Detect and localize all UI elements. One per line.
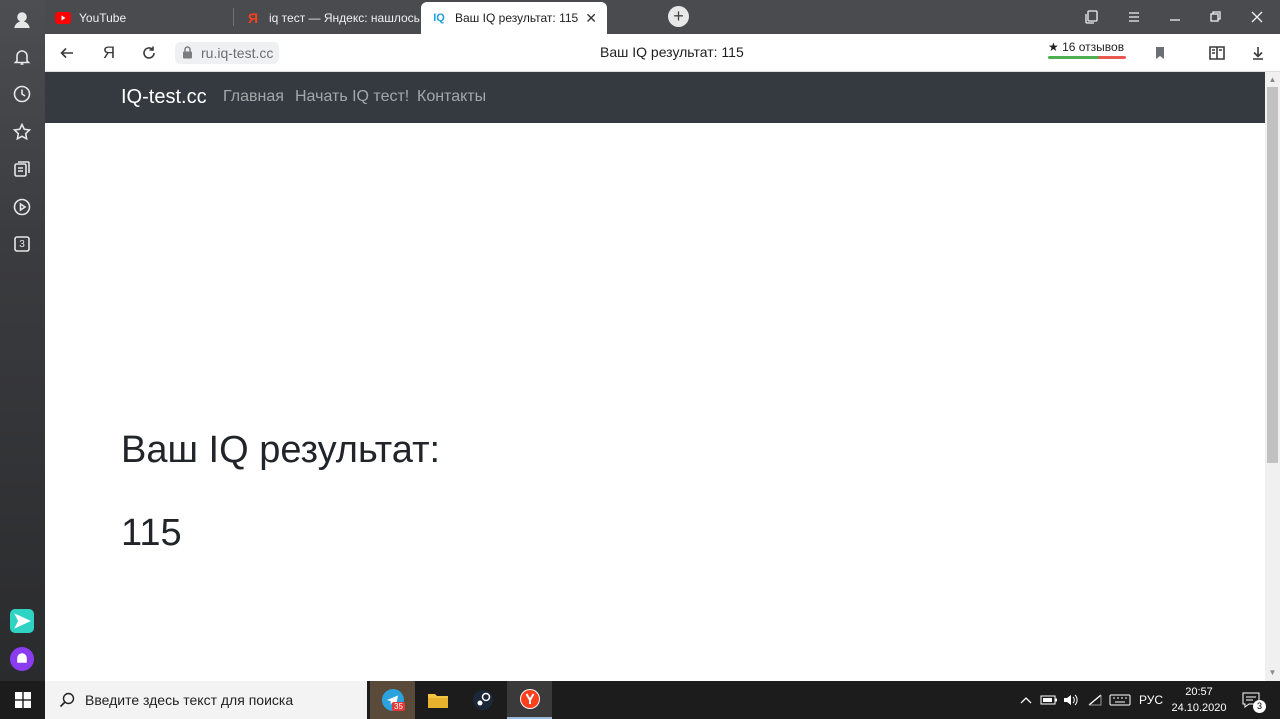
clock-time: 20:57 bbox=[1185, 686, 1213, 698]
new-tab-button[interactable]: + bbox=[668, 6, 689, 27]
windows-start-button[interactable] bbox=[0, 681, 45, 719]
action-center-icon[interactable]: 3 bbox=[1236, 681, 1266, 719]
bookmarks-star-icon[interactable] bbox=[10, 120, 34, 144]
result-score: 115 bbox=[121, 512, 182, 554]
tab-separator bbox=[233, 8, 234, 26]
yandex-home-button[interactable]: Я bbox=[97, 41, 121, 65]
minimize-icon[interactable] bbox=[1155, 0, 1195, 34]
iq-favicon-text: IQ bbox=[433, 12, 445, 24]
bookmark-icon[interactable] bbox=[1148, 41, 1172, 65]
youtube-icon bbox=[55, 10, 71, 26]
yandex-browser-icon bbox=[519, 689, 540, 709]
close-tab-icon[interactable]: ✕ bbox=[585, 10, 597, 27]
tab-label: YouTube bbox=[79, 11, 127, 25]
volume-icon[interactable] bbox=[1060, 681, 1082, 719]
show-hidden-icons-chevron-icon[interactable] bbox=[1016, 681, 1036, 719]
keyboard-icon[interactable] bbox=[1106, 681, 1134, 719]
network-wifi-icon[interactable] bbox=[1084, 681, 1106, 719]
alice-assistant-icon[interactable] bbox=[10, 647, 34, 671]
nav-home-link[interactable]: Главная bbox=[223, 88, 284, 106]
page-scrollbar[interactable]: ▲ ▼ bbox=[1265, 72, 1280, 681]
notifications-bell-icon[interactable] bbox=[10, 45, 34, 69]
tab-yandex-search[interactable]: Я iq тест — Яндекс: нашлось bbox=[235, 2, 420, 34]
clock-date: 24.10.2020 bbox=[1171, 702, 1227, 714]
restore-icon[interactable] bbox=[1196, 0, 1236, 34]
notification-count-badge: 3 bbox=[1253, 700, 1266, 713]
search-icon bbox=[59, 692, 75, 708]
reviews-text: ★ 16 отзывов bbox=[1048, 40, 1125, 54]
tab-youtube[interactable]: YouTube bbox=[45, 2, 230, 34]
address-bar: Я ru.iq-test.cc Ваш IQ результат: 115 ★ … bbox=[45, 34, 1280, 72]
lock-icon bbox=[183, 46, 192, 59]
steam-icon bbox=[472, 690, 493, 710]
tab-iq-result[interactable]: IQ Ваш IQ результат: 115 ✕ bbox=[421, 2, 607, 34]
url-field[interactable]: ru.iq-test.cc bbox=[175, 42, 280, 64]
page-title: Ваш IQ результат: 115 bbox=[600, 44, 744, 60]
menu-icon[interactable] bbox=[1114, 0, 1154, 34]
collections-icon[interactable] bbox=[10, 157, 34, 181]
tab-strip: YouTube Я iq тест — Яндекс: нашлось IQ В… bbox=[45, 0, 1280, 34]
battery-icon[interactable] bbox=[1038, 681, 1060, 719]
media-play-icon[interactable] bbox=[10, 195, 34, 219]
steam-app-button[interactable] bbox=[460, 681, 505, 719]
input-language-indicator[interactable]: РУС bbox=[1136, 681, 1166, 719]
telegram-unread-badge: 35 bbox=[392, 702, 405, 711]
file-explorer-button[interactable] bbox=[415, 681, 460, 719]
scroll-down-arrow-icon[interactable]: ▼ bbox=[1268, 668, 1277, 677]
browser-sidebar: 3 bbox=[0, 0, 45, 681]
yandex-browser-button[interactable] bbox=[507, 681, 552, 719]
iq-favicon-icon: IQ bbox=[431, 10, 447, 26]
site-brand[interactable]: IQ-test.cc bbox=[121, 86, 207, 109]
close-window-icon[interactable] bbox=[1237, 0, 1277, 34]
tabs-counter-icon[interactable]: 3 bbox=[10, 232, 34, 256]
tabs-counter-value: 3 bbox=[19, 238, 25, 250]
back-arrow-icon[interactable] bbox=[55, 41, 79, 65]
tab-manager-icon[interactable] bbox=[1072, 0, 1112, 34]
telegram-app-button[interactable]: 35 bbox=[370, 681, 415, 719]
url-text: ru.iq-test.cc bbox=[201, 45, 274, 61]
search-placeholder: Введите здесь текст для поиска bbox=[85, 692, 294, 708]
page-viewport: IQ-test.cc Главная Начать IQ тест! Конта… bbox=[45, 72, 1265, 681]
downloads-icon[interactable] bbox=[1246, 41, 1270, 65]
taskbar-search-box[interactable]: Введите здесь текст для поиска bbox=[45, 681, 367, 719]
site-navbar: IQ-test.cc Главная Начать IQ тест! Конта… bbox=[45, 72, 1265, 123]
yandex-icon: Я bbox=[245, 10, 261, 26]
windows-taskbar: Введите здесь текст для поиска 35 РУС 20… bbox=[0, 681, 1280, 719]
history-clock-icon[interactable] bbox=[10, 82, 34, 106]
yandex-letter: Я bbox=[247, 10, 259, 26]
scroll-up-arrow-icon[interactable]: ▲ bbox=[1268, 75, 1277, 84]
tab-label: iq тест — Яндекс: нашлось bbox=[269, 11, 420, 25]
reviews-rating-bar bbox=[1048, 56, 1126, 59]
reader-mode-icon[interactable] bbox=[1205, 41, 1229, 65]
profile-icon[interactable] bbox=[10, 8, 34, 32]
result-heading: Ваш IQ результат: bbox=[121, 429, 441, 471]
windows-logo-icon bbox=[14, 692, 31, 708]
nav-contacts-link[interactable]: Контакты bbox=[417, 88, 486, 106]
messenger-icon[interactable] bbox=[10, 609, 34, 633]
nav-start-test-link[interactable]: Начать IQ тест! bbox=[295, 88, 409, 106]
reviews-badge[interactable]: ★ 16 отзывов bbox=[1048, 40, 1126, 59]
reload-icon[interactable] bbox=[137, 41, 161, 65]
system-clock[interactable]: 20:57 24.10.2020 bbox=[1168, 684, 1230, 716]
folder-icon bbox=[427, 694, 448, 708]
tab-label: Ваш IQ результат: 115 bbox=[455, 11, 579, 25]
scroll-thumb[interactable] bbox=[1267, 87, 1278, 463]
